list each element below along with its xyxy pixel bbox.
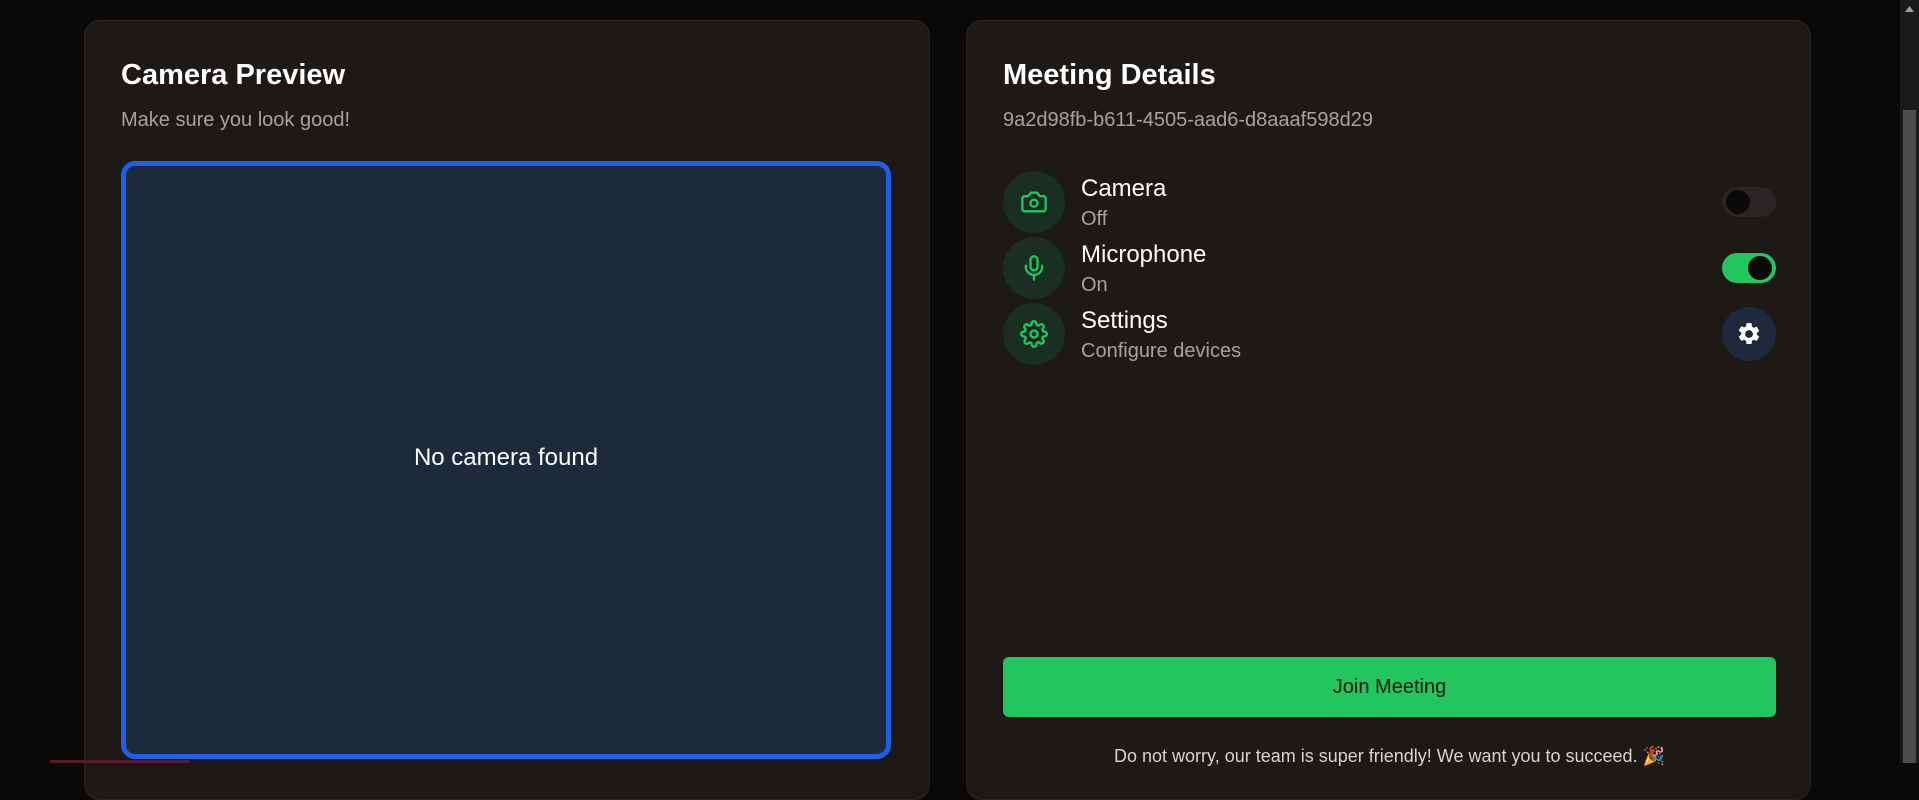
join-meeting-button[interactable]: Join Meeting	[1003, 657, 1776, 717]
settings-button[interactable]	[1722, 307, 1776, 361]
camera-preview-title: Camera Preview	[121, 59, 346, 91]
camera-preview-area: No camera found	[121, 161, 891, 759]
camera-icon	[1003, 171, 1065, 233]
device-row-microphone: Microphone On	[1003, 237, 1776, 299]
microphone-status: On	[1081, 274, 1108, 296]
microphone-toggle-knob	[1748, 256, 1772, 280]
gear-icon	[1003, 303, 1065, 365]
meeting-id: 9a2d98fb-b611-4505-aad6-d8aaaf598d29	[1003, 109, 1373, 131]
device-row-camera: Camera Off	[1003, 171, 1776, 233]
page-scrollbar[interactable]	[1900, 0, 1919, 763]
meeting-details-card: Meeting Details 9a2d98fb-b611-4505-aad6-…	[966, 20, 1811, 800]
settings-label: Settings	[1081, 307, 1168, 334]
device-row-settings: Settings Configure devices	[1003, 303, 1776, 365]
camera-label: Camera	[1081, 175, 1167, 202]
no-camera-message: No camera found	[413, 444, 599, 471]
encouragement-text: Do not worry, our team is super friendly…	[1114, 746, 1665, 766]
microphone-toggle[interactable]	[1722, 253, 1776, 283]
meeting-details-title: Meeting Details	[1003, 59, 1216, 91]
camera-toggle-knob	[1726, 190, 1750, 214]
scroll-thumb[interactable]	[1903, 110, 1916, 763]
microphone-label: Microphone	[1081, 241, 1207, 268]
camera-status: Off	[1081, 208, 1108, 230]
camera-toggle[interactable]	[1722, 187, 1776, 217]
scroll-up-arrow-icon[interactable]	[1900, 0, 1919, 18]
microphone-icon	[1003, 237, 1065, 299]
settings-gear-icon	[1738, 323, 1760, 344]
camera-preview-card: Camera Preview Make sure you look good! …	[84, 20, 930, 800]
camera-preview-subtitle: Make sure you look good!	[121, 109, 351, 131]
settings-status: Configure devices	[1081, 340, 1242, 362]
